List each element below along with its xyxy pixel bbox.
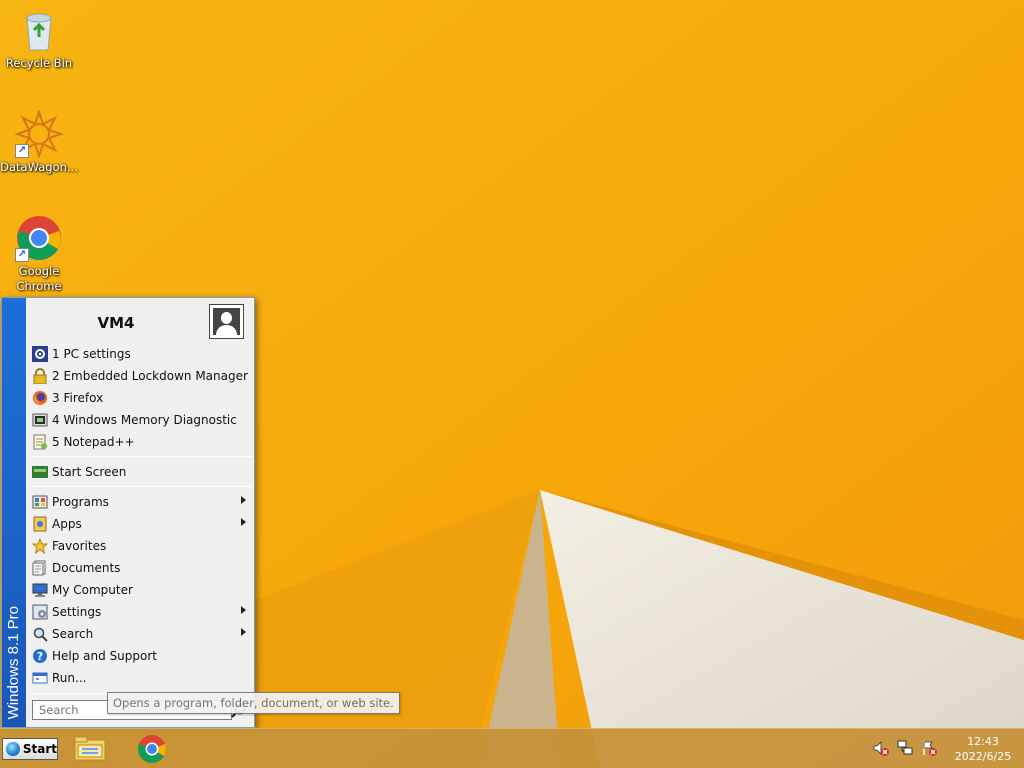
- menu-item-windows-memory-diagnostic[interactable]: 4 Windows Memory Diagnostic: [28, 409, 254, 431]
- start-button-label: Start: [22, 742, 57, 756]
- menu-separator: [30, 456, 252, 457]
- menu-item-notepad-plus-plus[interactable]: 5 Notepad++: [28, 431, 254, 453]
- menu-item-documents[interactable]: Documents: [28, 557, 254, 579]
- memory-diagnostic-icon: [32, 412, 48, 428]
- desktop-icon-label: Google Chrome: [16, 264, 62, 293]
- submenu-arrow-icon: [241, 628, 246, 636]
- menu-item-help-and-support[interactable]: ? Help and Support: [28, 645, 254, 667]
- user-silhouette-icon: [213, 308, 240, 335]
- gear-icon: [32, 346, 48, 362]
- desktop-icon-datawagon[interactable]: ↗ DataWagon...: [0, 108, 78, 175]
- menu-item-my-computer[interactable]: My Computer: [28, 579, 254, 601]
- network-icon[interactable]: [896, 739, 914, 757]
- start-menu: Windows 8.1 Pro VM4 1 PC settings 2 Embe…: [1, 297, 255, 728]
- menu-item-settings[interactable]: Settings: [28, 601, 254, 623]
- clock-date: 2022/6/25: [954, 750, 1012, 763]
- taskbar-clock[interactable]: 12:43 2022/6/25: [948, 734, 1018, 764]
- menu-item-embedded-lockdown-manager[interactable]: 2 Embedded Lockdown Manager: [28, 365, 254, 387]
- menu-item-programs[interactable]: Programs: [28, 491, 254, 513]
- menu-item-favorites[interactable]: Favorites: [28, 535, 254, 557]
- menu-separator: [30, 486, 252, 487]
- menu-item-label: 3 Firefox: [52, 391, 104, 405]
- chrome-icon: ↗: [15, 214, 63, 262]
- menu-item-label: My Computer: [52, 583, 133, 597]
- menu-item-label: Help and Support: [52, 649, 157, 663]
- recycle-bin-icon: [15, 6, 63, 54]
- documents-icon: [32, 560, 48, 576]
- user-avatar[interactable]: [209, 304, 244, 339]
- menu-item-label: Start Screen: [52, 465, 127, 479]
- computer-icon: [32, 582, 48, 598]
- taskbar-file-explorer[interactable]: [72, 733, 108, 765]
- start-button[interactable]: Start: [2, 738, 58, 760]
- menu-item-label: Search: [52, 627, 94, 641]
- apps-icon: [32, 516, 48, 532]
- menu-item-pc-settings[interactable]: 1 PC settings: [28, 343, 254, 365]
- star-icon: [32, 538, 48, 554]
- desktop-icon-label: Recycle Bin: [5, 56, 73, 70]
- help-icon: ?: [32, 648, 48, 664]
- menu-item-label: Run...: [52, 671, 87, 685]
- shortcut-arrow-icon: ↗: [15, 248, 29, 262]
- menu-item-label: Favorites: [52, 539, 107, 553]
- start-orb-icon: [6, 742, 20, 756]
- submenu-arrow-icon: [241, 518, 246, 526]
- submenu-arrow-icon: [241, 496, 246, 504]
- menu-item-apps[interactable]: Apps: [28, 513, 254, 535]
- os-edition-label: Windows 8.1 Pro: [5, 605, 22, 719]
- lock-icon: [32, 368, 48, 384]
- search-icon: [32, 626, 48, 642]
- desktop-icon-recycle-bin[interactable]: Recycle Bin: [0, 6, 78, 71]
- programs-icon: [32, 494, 48, 510]
- datawagon-icon: ↗: [13, 108, 65, 160]
- menu-item-label: 4 Windows Memory Diagnostic: [52, 413, 237, 427]
- run-icon: [32, 670, 48, 686]
- menu-item-label: Documents: [52, 561, 121, 575]
- menu-item-label: Apps: [52, 517, 82, 531]
- notepad-icon: [32, 434, 48, 450]
- user-name: VM4: [97, 314, 135, 332]
- run-tooltip: Opens a program, folder, document, or we…: [107, 692, 400, 714]
- system-tray: [872, 739, 938, 759]
- taskbar: Start 12:43 2022/6/25: [0, 728, 1024, 768]
- menu-item-search[interactable]: Search: [28, 623, 254, 645]
- taskbar-google-chrome[interactable]: [134, 733, 170, 765]
- svg-text:?: ?: [37, 650, 43, 663]
- clock-time: 12:43: [967, 735, 999, 748]
- menu-item-firefox[interactable]: 3 Firefox: [28, 387, 254, 409]
- menu-item-label: Settings: [52, 605, 102, 619]
- menu-item-label: 1 PC settings: [52, 347, 131, 361]
- firefox-icon: [32, 390, 48, 406]
- volume-muted-icon[interactable]: [872, 739, 890, 757]
- start-menu-side-banner: Windows 8.1 Pro: [2, 298, 26, 727]
- shortcut-arrow-icon: ↗: [15, 144, 29, 158]
- menu-item-label: Programs: [52, 495, 109, 509]
- action-center-icon[interactable]: [920, 739, 938, 757]
- menu-item-run[interactable]: Run...: [28, 667, 254, 689]
- chrome-icon: [138, 735, 166, 763]
- file-explorer-icon: [74, 736, 106, 761]
- menu-item-label: 5 Notepad++: [52, 435, 135, 449]
- settings-icon: [32, 604, 48, 620]
- menu-item-start-screen[interactable]: Start Screen: [28, 461, 254, 483]
- desktop-icon-label: DataWagon...: [0, 160, 78, 174]
- start-screen-icon: [32, 464, 48, 480]
- submenu-arrow-icon: [241, 606, 246, 614]
- menu-item-label: 2 Embedded Lockdown Manager: [52, 369, 248, 383]
- desktop-icon-google-chrome[interactable]: ↗ Google Chrome: [0, 214, 78, 294]
